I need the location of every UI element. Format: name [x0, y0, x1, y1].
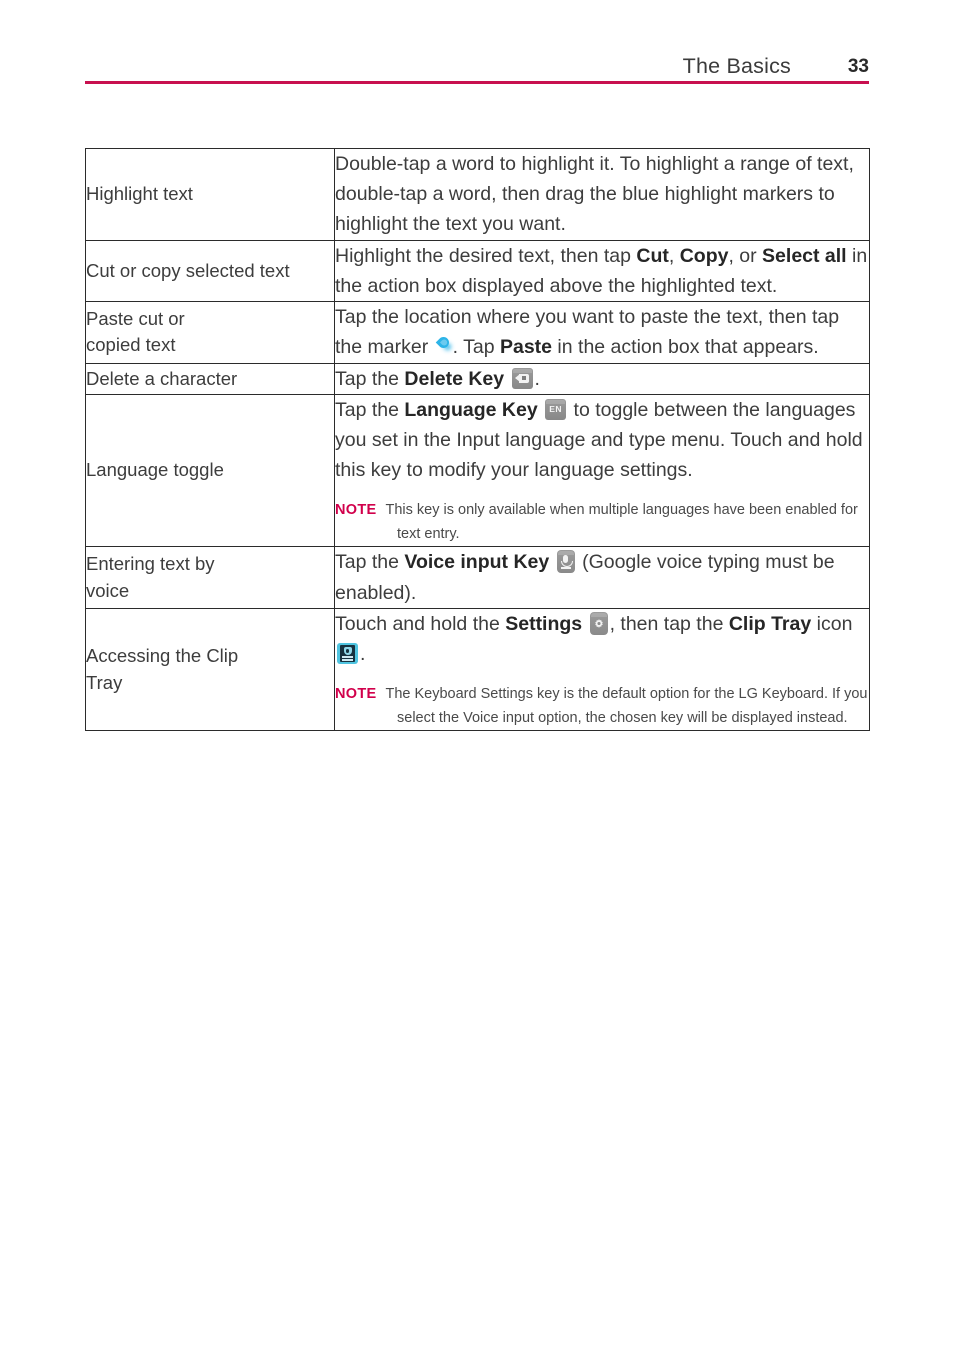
clip-tray-icon [337, 643, 358, 665]
voice-input-key-icon [556, 550, 575, 574]
action-label-cell: Delete a character [85, 362, 335, 395]
table-row: Entering text by voice Tap the Voice input… [85, 546, 870, 609]
microphone-base-glyph [560, 567, 571, 569]
action-label-cell: Cut or copy selected text [85, 239, 335, 303]
action-description-cell: Tap the location where you want to paste… [334, 301, 870, 364]
language-key-label: EN [549, 404, 562, 414]
description-text: Tap the Language Key EN to toggle betwee… [335, 398, 863, 482]
description-text: Highlight the desired text, then tap Cut… [335, 244, 868, 297]
delete-key-icon [511, 367, 533, 389]
action-description-cell: Touch and hold the Settings , then tap t… [334, 607, 870, 732]
action-description-cell: Tap the Language Key EN to toggle betwee… [334, 393, 870, 548]
table-row: Paste cut or copied text Tap the location … [85, 301, 870, 364]
description-text: Tap the Voice input Key (Google voice ty… [335, 550, 835, 604]
action-description-cell: Tap the Voice input Key (Google voice ty… [334, 546, 870, 609]
language-key-icon: EN [545, 398, 567, 420]
keyboard-actions-table: Highlight text Double-tap a word to highl… [85, 148, 870, 732]
clip-tray-line [342, 656, 353, 658]
settings-key-icon [589, 611, 608, 635]
action-label-cell: Entering text by voice [85, 546, 335, 609]
table-row: Highlight text Double-tap a word to highl… [85, 148, 870, 241]
emphasized-term: Cut [636, 244, 669, 267]
page-number: 33 [847, 56, 869, 77]
header-divider [85, 81, 869, 84]
action-label-cell: Highlight text [85, 148, 335, 241]
clip-glyph [343, 646, 352, 655]
emphasized-term: Delete Key [404, 367, 505, 390]
emphasized-term: Paste [499, 336, 553, 359]
page-header: The Basics 33 [85, 50, 869, 84]
action-description-cell: Double-tap a word to highlight it. To hi… [334, 148, 870, 241]
emphasized-term: Settings [505, 612, 583, 635]
description-text: Double-tap a word to highlight it. To hi… [335, 153, 854, 236]
note-block: NOTE The Keyboard Settings key is the def… [335, 686, 868, 726]
note-block: NOTE This key is only available when mult… [335, 502, 858, 542]
description-text: Tap the Delete Key . [335, 367, 540, 390]
action-description-cell: Highlight the desired text, then tap Cut… [334, 239, 870, 303]
action-label-cell: Language toggle [85, 393, 335, 548]
table-row: Language toggle Tap the Language Key EN t… [85, 393, 870, 548]
table-row: Delete a character Tap the Delete Key . [85, 362, 870, 395]
emphasized-term: Copy [679, 244, 729, 267]
note-label: NOTE [335, 502, 377, 519]
description-text: Touch and hold the Settings , then tap t… [335, 611, 853, 666]
description-text: Tap the location where you want to paste… [335, 306, 840, 359]
backspace-glyph [514, 373, 529, 383]
table-row: Accessing the Clip Tray Touch and hold the… [85, 607, 870, 732]
action-label-cell: Paste cut or copied text [85, 301, 335, 364]
action-label-cell: Accessing the Clip Tray [85, 607, 335, 732]
page-title: The Basics [682, 54, 791, 78]
table-row: Cut or copy selected text Highlight the d… [85, 239, 870, 303]
marker-drop-shape [435, 335, 451, 351]
action-description-cell: Tap the Delete Key . [334, 362, 870, 395]
gear-glyph [594, 618, 603, 628]
emphasized-term: Clip Tray [728, 612, 812, 635]
emphasized-term: Language Key [404, 398, 538, 421]
emphasized-term: Select all [762, 244, 847, 267]
emphasized-term: Voice input Key [404, 551, 550, 574]
note-label: NOTE [335, 686, 377, 703]
clip-tray-line [342, 659, 353, 661]
text-marker-icon [435, 335, 451, 357]
